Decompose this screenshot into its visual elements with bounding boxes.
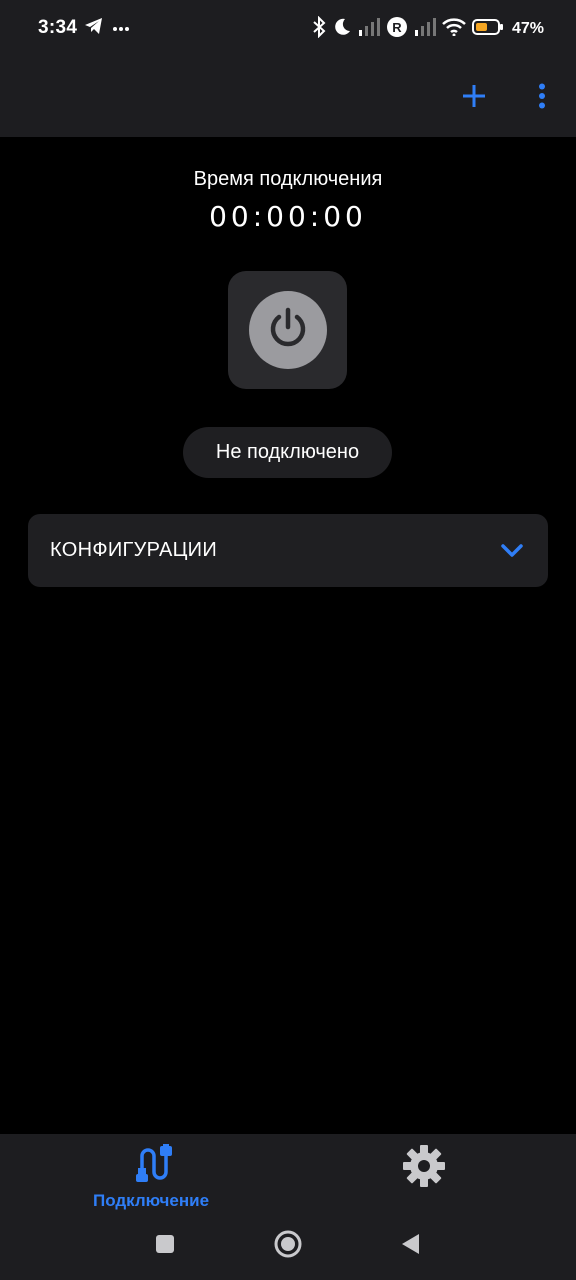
battery-percent: 47% xyxy=(511,20,544,37)
wifi-icon xyxy=(442,17,466,41)
signal-icon xyxy=(358,17,380,41)
home-button[interactable] xyxy=(270,1228,306,1264)
signal-icon-2 xyxy=(414,17,436,41)
back-icon xyxy=(399,1232,421,1261)
back-button[interactable] xyxy=(392,1228,428,1264)
connection-time-label: Время подключения xyxy=(193,168,383,190)
roaming-icon: R xyxy=(386,16,408,43)
status-right-icons: R 47% xyxy=(312,15,544,43)
connection-status-badge: Не подключено xyxy=(183,427,392,478)
nav-label-connection: Подключение xyxy=(92,1191,210,1210)
plus-icon xyxy=(462,84,486,113)
more-vert-icon xyxy=(538,83,546,114)
more-notifications-icon xyxy=(112,19,130,37)
telegram-icon xyxy=(84,17,104,40)
configurations-section[interactable]: КОНФИГУРАЦИИ xyxy=(28,514,548,587)
power-icon xyxy=(266,306,310,355)
battery-icon xyxy=(471,18,504,41)
nav-item-settings[interactable] xyxy=(388,1144,460,1210)
home-icon xyxy=(273,1229,303,1264)
gear-icon xyxy=(402,1144,446,1193)
power-circle xyxy=(248,291,327,369)
app-bar xyxy=(0,58,576,137)
nav-item-connection[interactable]: Подключение xyxy=(84,1144,218,1210)
recents-icon xyxy=(155,1234,175,1259)
more-menu-button[interactable] xyxy=(520,76,564,120)
add-button[interactable] xyxy=(452,76,496,120)
connection-time-value: 00:00:00 xyxy=(209,200,367,233)
svg-text:R: R xyxy=(392,20,402,35)
configurations-title: КОНФИГУРАЦИИ xyxy=(50,539,218,561)
do-not-disturb-icon xyxy=(332,17,352,42)
bluetooth-icon xyxy=(312,15,326,43)
status-time: 3:34 xyxy=(38,17,78,38)
power-button[interactable] xyxy=(228,271,347,389)
app-screen: 3:34 R 47% Время подключения 00:00:00 Не… xyxy=(0,0,576,1280)
chevron-down-icon[interactable] xyxy=(500,540,524,562)
status-bar: 3:34 R 47% xyxy=(0,0,576,58)
connection-icon xyxy=(130,1144,172,1189)
status-left-icons xyxy=(84,17,130,39)
system-navigation-bar xyxy=(0,1210,576,1280)
recents-button[interactable] xyxy=(147,1228,183,1264)
